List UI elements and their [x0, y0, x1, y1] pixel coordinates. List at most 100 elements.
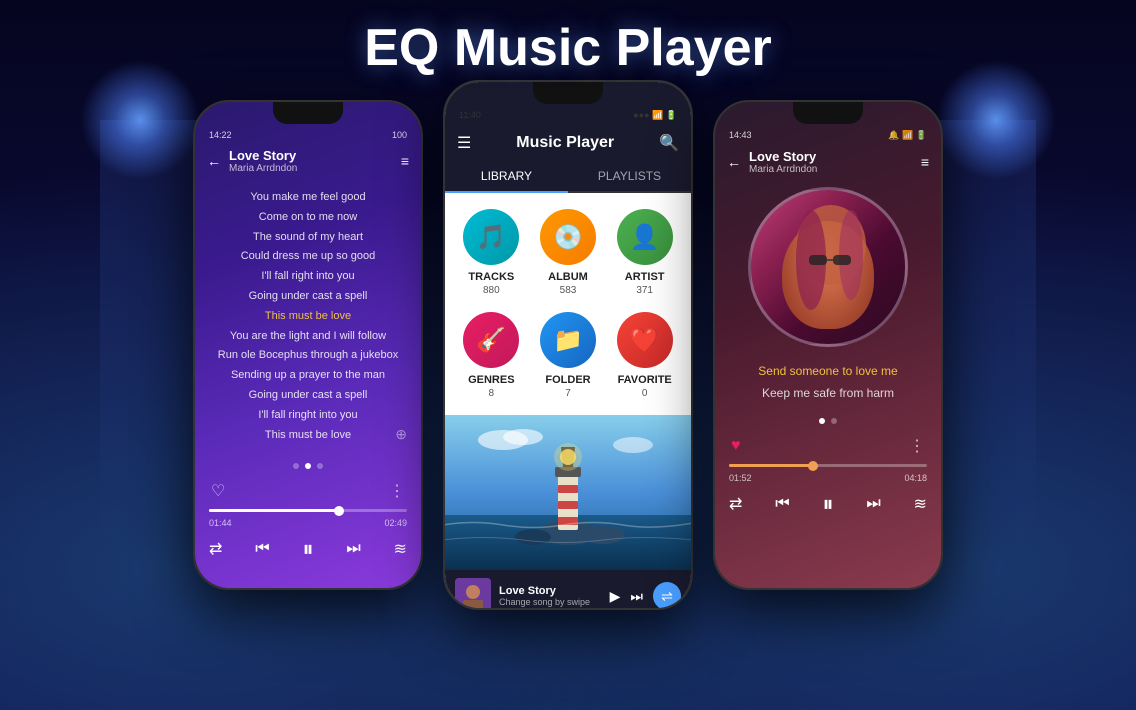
queue-icon[interactable]: ≡ [401, 153, 409, 169]
portrait-svg [751, 190, 908, 347]
phone3-equalizer-button[interactable]: ≋ [914, 494, 927, 514]
girl-silhouette [751, 190, 905, 344]
phone3-actions: ♥ ⋮ [715, 432, 941, 460]
np-title: Love Story [499, 585, 602, 597]
phone3-more-icon[interactable]: ⋮ [909, 436, 925, 456]
phone1-header: ← Love Story Maria Arrdndon ≡ [195, 144, 421, 178]
more-options-icon[interactable]: ⋮ [389, 481, 405, 501]
lyrics-container: You make me feel good Come on to me now … [195, 178, 421, 455]
progress-bar-fill [209, 509, 338, 512]
lyric-line-12: I'll fall ringht into you [211, 406, 405, 426]
lyric-line-10: Sending up a prayer to the man [211, 366, 405, 386]
album-icon: 💿 [540, 209, 596, 265]
tab-library[interactable]: LIBRARY [445, 161, 568, 193]
phones-container: 14:22 100 ← Love Story Maria Arrdndon ≡ … [193, 100, 943, 610]
phone3-pause-button[interactable]: ⏸ [822, 491, 833, 517]
time-total: 02:49 [384, 518, 407, 528]
phone2-icons: ●●● 📶 🔋 [633, 110, 677, 121]
phone3-next-button[interactable]: ⏭ [866, 495, 880, 513]
phone-library: 11:40 ●●● 📶 🔋 ☰ Music Player 🔍 LIBRARY P… [443, 80, 693, 610]
back-button[interactable]: ← [207, 153, 221, 169]
phone3-progress-thumb[interactable] [808, 461, 818, 471]
phone3-repeat-button[interactable]: ⇄ [729, 494, 742, 514]
phone3-time: 14:43 [729, 130, 752, 141]
progress-bar-bg [209, 509, 407, 512]
lyric-line-3: The sound of my heart [211, 228, 405, 248]
phone-lyrics: 14:22 100 ← Love Story Maria Arrdndon ≡ … [193, 100, 423, 590]
phone3-header: ← Love Story Maria Arrdndon ≡ [715, 145, 941, 179]
album-art-circle [748, 187, 908, 347]
genres-label: GENRES [468, 374, 514, 386]
library-item-tracks[interactable]: 🎵 TRACKS 880 [461, 209, 522, 296]
genres-icon: 🎸 [463, 312, 519, 368]
phone3-dot-2 [831, 418, 837, 424]
library-item-album[interactable]: 💿 ALBUM 583 [538, 209, 599, 296]
phone1-status-bar: 14:22 100 [195, 102, 421, 144]
artist-count: 371 [636, 285, 653, 296]
library-item-artist[interactable]: 👤 ARTIST 371 [614, 209, 675, 296]
page-dots [195, 463, 421, 469]
np-sub: Change song by swipe [499, 597, 602, 607]
album-count: 583 [560, 285, 577, 296]
phone1-battery: 100 [392, 130, 407, 140]
phone1-title-block: Love Story Maria Arrdndon [229, 148, 393, 174]
phone2-screen: 11:40 ●●● 📶 🔋 ☰ Music Player 🔍 LIBRARY P… [445, 82, 691, 608]
phone3-progress-bg [729, 464, 927, 467]
zoom-icon[interactable]: ⊕ [395, 426, 407, 443]
phone3-back-button[interactable]: ← [727, 154, 741, 170]
library-item-folder[interactable]: 📁 FOLDER 7 [538, 312, 599, 399]
np-play-button[interactable]: ▶ [610, 588, 621, 605]
np-thumbnail [455, 578, 491, 608]
np-info: Love Story Change song by swipe [499, 585, 602, 607]
phone1-time: 14:22 [209, 130, 232, 140]
np-next-button[interactable]: ⏭ [630, 588, 643, 605]
time-current: 01:44 [209, 518, 232, 528]
lyrics-now-playing: Send someone to love me Keep me safe fro… [715, 355, 941, 410]
folder-count: 7 [565, 388, 571, 399]
phone3-time-row: 01:52 04:18 [715, 471, 941, 485]
menu-icon[interactable]: ☰ [457, 133, 471, 153]
phone3-status-bar: 14:43 🔔 📶 🔋 [715, 102, 941, 145]
phone1-song-title: Love Story [229, 148, 393, 163]
favorite-icon: ❤️ [617, 312, 673, 368]
phone3-page-dots [715, 418, 941, 424]
repeat-button[interactable]: ⇄ [209, 539, 222, 559]
np-controls: ▶ ⏭ ⇌ [610, 582, 681, 608]
pause-button[interactable]: ⏸ [302, 536, 313, 562]
folder-icon: 📁 [540, 312, 596, 368]
tab-playlists[interactable]: PLAYLISTS [568, 161, 691, 191]
phone3-prev-button[interactable]: ⏮ [775, 495, 789, 513]
phone3-progress-container[interactable] [715, 460, 941, 471]
lyric-line-13: This must be love [211, 426, 405, 446]
folder-label: FOLDER [545, 374, 590, 386]
progress-thumb[interactable] [334, 506, 344, 516]
page-title: EQ Music Player [0, 18, 1136, 78]
dot-3 [317, 463, 323, 469]
library-item-genres[interactable]: 🎸 GENRES 8 [461, 312, 522, 399]
lyric-line-6: Going under cast a spell [211, 287, 405, 307]
search-icon[interactable]: 🔍 [659, 133, 679, 153]
prev-button[interactable]: ⏮ [255, 540, 269, 558]
shuffle-button[interactable]: ⇌ [653, 582, 681, 608]
phone3-title-block: Love Story Maria Arrdndon [749, 149, 913, 175]
phone1-screen: 14:22 100 ← Love Story Maria Arrdndon ≡ … [195, 102, 421, 588]
dot-2-active [305, 463, 311, 469]
equalizer-button[interactable]: ≋ [394, 539, 407, 559]
artist-label: ARTIST [625, 271, 665, 283]
next-button[interactable]: ⏭ [346, 540, 360, 558]
heart-icon[interactable]: ♡ [211, 481, 225, 501]
lyric-line-8: You are the light and I will follow [211, 327, 405, 347]
album-art-landscape [445, 415, 691, 570]
library-item-favorite[interactable]: ❤️ FAVORITE 0 [614, 312, 675, 399]
tracks-label: TRACKS [468, 271, 514, 283]
phone3-queue-icon[interactable]: ≡ [921, 154, 929, 170]
phone3-controls-row: ⇄ ⏮ ⏸ ⏭ ≋ [715, 485, 941, 533]
album-label: ALBUM [548, 271, 588, 283]
lyric-line-4: Could dress me up so good [211, 247, 405, 267]
phone3-heart-icon[interactable]: ♥ [731, 437, 741, 455]
progress-bar-container[interactable] [195, 505, 421, 516]
genres-count: 8 [489, 388, 495, 399]
now-playing-bar: Love Story Change song by swipe ▶ ⏭ ⇌ [445, 570, 691, 608]
phone3-artist: Maria Arrdndon [749, 164, 913, 175]
time-row: 01:44 02:49 [195, 516, 421, 530]
